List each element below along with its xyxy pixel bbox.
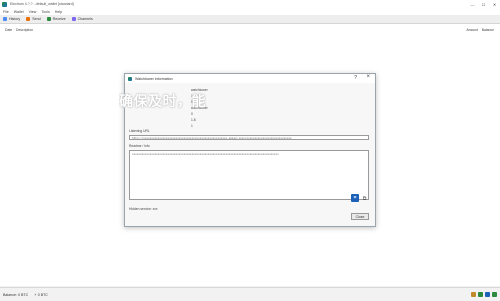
info-value: 0 bbox=[191, 112, 193, 116]
tab-send[interactable]: Send bbox=[23, 15, 43, 23]
history-header: Date Description Amount Balance bbox=[0, 27, 500, 33]
qr-code-button[interactable]: ⌗ bbox=[351, 194, 359, 202]
menu-file[interactable]: File bbox=[3, 10, 9, 14]
info-value: 1 bbox=[191, 124, 193, 128]
close-button[interactable]: Close bbox=[351, 213, 369, 220]
menu-help[interactable]: Help bbox=[55, 10, 62, 14]
window-title: Electrum 4.?.? - default_wallet [standar… bbox=[10, 2, 74, 6]
history-icon bbox=[3, 17, 7, 21]
network-status-icon[interactable] bbox=[492, 292, 497, 297]
tab-send-label: Send bbox=[32, 17, 41, 21]
column-date[interactable]: Date bbox=[5, 28, 12, 32]
receive-icon bbox=[46, 17, 51, 21]
status-bar: Balance: 0 BTC ⚡ 0 BTC bbox=[0, 287, 500, 301]
hidden-service-label: Hidden service: xxx bbox=[129, 207, 158, 211]
dialog-title: Watchtower information bbox=[135, 76, 173, 81]
tab-channels-label: Channels bbox=[77, 17, 93, 21]
dialog-close-icon[interactable]: × bbox=[366, 74, 370, 80]
window-controls: — ☐ ✕ bbox=[467, 0, 500, 8]
column-amount[interactable]: Amount bbox=[466, 28, 478, 32]
tab-receive[interactable]: Receive bbox=[44, 15, 69, 23]
info-row: 1 bbox=[129, 124, 369, 130]
status-lightning-balance: ⚡ 0 BTC bbox=[34, 292, 48, 297]
app-logo-icon bbox=[2, 1, 7, 7]
menu-view[interactable]: View bbox=[29, 10, 37, 14]
dialog-titlebar: Watchtower information ? × bbox=[125, 74, 375, 83]
preferences-icon[interactable] bbox=[478, 292, 483, 297]
info-value: 1.8 bbox=[191, 118, 196, 122]
overlay-watermark-text: 确保及时，能 bbox=[119, 94, 206, 109]
tab-bar: History Send Receive Channels bbox=[0, 15, 500, 24]
channels-icon bbox=[71, 17, 76, 21]
readme-textarea[interactable]: xxxxxxxxxxxxxxxxxxxxxxxxxxxxxxxxxxxxxxxx… bbox=[129, 150, 369, 200]
copy-icon[interactable]: ⧉ bbox=[361, 195, 368, 202]
tab-receive-label: Receive bbox=[52, 17, 66, 21]
tab-history[interactable]: History bbox=[0, 15, 23, 23]
status-balance: Balance: 0 BTC bbox=[3, 292, 29, 297]
password-icon[interactable] bbox=[471, 292, 476, 297]
help-icon[interactable]: ? bbox=[354, 75, 357, 81]
menu-bar: File Wallet View Tools Help bbox=[0, 8, 500, 15]
column-balance[interactable]: Balance bbox=[482, 28, 494, 32]
maximize-button[interactable]: ☐ bbox=[478, 0, 489, 8]
watchtower-dialog: Watchtower information ? × watchtower 1.… bbox=[119, 73, 376, 227]
seed-icon[interactable] bbox=[485, 292, 490, 297]
tab-history-label: History bbox=[9, 17, 21, 21]
listening-url-field[interactable]: http://xxxxxxxxxxxxxxxxxxxxxxxxxxxxxxxxx… bbox=[129, 135, 369, 140]
send-icon bbox=[26, 17, 31, 21]
status-icons bbox=[471, 292, 497, 297]
close-window-button[interactable]: ✕ bbox=[489, 0, 500, 8]
window-titlebar: Electrum 4.?.? - default_wallet [standar… bbox=[0, 0, 500, 8]
listening-url-label: Listening URL bbox=[129, 129, 150, 133]
dialog-app-icon bbox=[128, 76, 132, 81]
minimize-button[interactable]: — bbox=[467, 0, 478, 8]
menu-tools[interactable]: Tools bbox=[41, 10, 49, 14]
tab-channels[interactable]: Channels bbox=[69, 15, 96, 23]
column-description[interactable]: Description bbox=[16, 28, 33, 32]
menu-wallet[interactable]: Wallet bbox=[14, 10, 24, 14]
readme-label: Readme / Info bbox=[129, 144, 150, 148]
